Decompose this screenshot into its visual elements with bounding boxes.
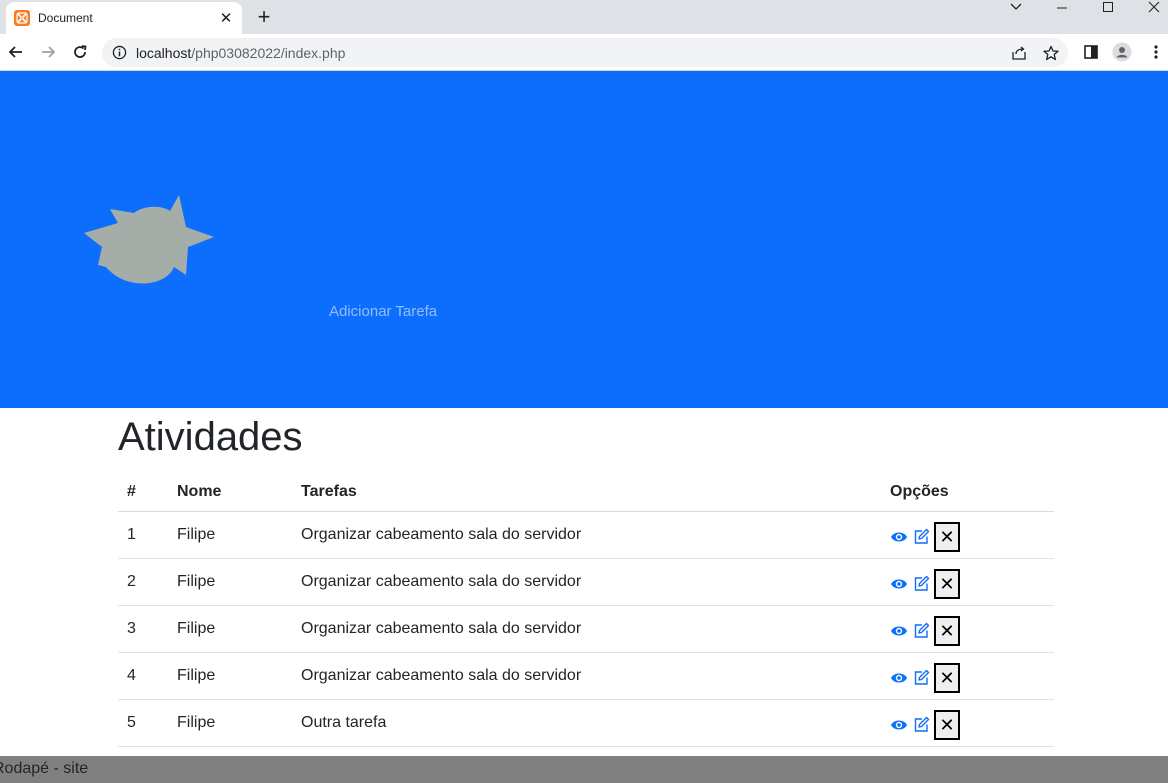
browser-toolbar: localhost/php03082022/index.php: [0, 34, 1168, 71]
delete-button[interactable]: ✕: [934, 568, 960, 599]
column-header-opcoes: Opções: [881, 473, 1054, 512]
cell-tarefa: Outra tarefa: [292, 699, 881, 747]
address-bar[interactable]: localhost/php03082022/index.php: [102, 38, 1068, 67]
bookmark-star-icon[interactable]: [1042, 44, 1060, 62]
table-row: 5 Filipe Outra tarefa ✕: [118, 699, 1054, 747]
delete-button[interactable]: ✕: [934, 615, 960, 646]
cell-id: 5: [118, 699, 168, 747]
cell-nome: Filipe: [168, 511, 292, 559]
edit-icon[interactable]: [912, 669, 930, 687]
column-header-tarefas: Tarefas: [292, 473, 881, 512]
cell-options: ✕: [881, 652, 1054, 700]
eye-icon[interactable]: [890, 528, 908, 546]
delete-button[interactable]: ✕: [934, 521, 960, 552]
cell-options: ✕: [881, 558, 1054, 606]
cell-nome: Filipe: [168, 605, 292, 653]
table-row: 1 Filipe Organizar cabeamento sala do serv…: [118, 511, 1054, 559]
logo-image: [84, 195, 214, 284]
maximize-icon[interactable]: [1093, 0, 1123, 14]
edit-icon[interactable]: [912, 575, 930, 593]
cell-tarefa: Organizar cabeamento sala do servidor: [292, 558, 881, 606]
tab-search-icon[interactable]: [1001, 0, 1031, 14]
back-arrow-icon[interactable]: [6, 42, 26, 62]
tab-title: Document: [38, 11, 93, 25]
cell-tarefa: Organizar cabeamento sala do servidor: [292, 652, 881, 700]
page-footer: Rodapé - site: [0, 756, 1168, 783]
edit-icon[interactable]: [912, 528, 930, 546]
cell-tarefa: Organizar cabeamento sala do servidor: [292, 511, 881, 559]
delete-button[interactable]: ✕: [934, 662, 960, 693]
cell-nome: Filipe: [168, 699, 292, 747]
page-title: Atividades: [118, 415, 303, 459]
footer-text: Rodapé - site: [0, 760, 89, 777]
table-header-row: # Nome Tarefas Opções: [118, 473, 1054, 512]
table-row: 3 Filipe Organizar cabeamento sala do serv…: [118, 605, 1054, 653]
reload-icon[interactable]: [70, 42, 90, 62]
browser-tabstrip: Document ✕ +: [0, 0, 1168, 34]
edit-icon[interactable]: [912, 622, 930, 640]
forward-arrow-icon[interactable]: [38, 42, 58, 62]
browser-menu-icon[interactable]: [1146, 42, 1166, 62]
cell-options: ✕: [881, 511, 1054, 559]
table-row: 2 Filipe Organizar cabeamento sala do serv…: [118, 558, 1054, 606]
eye-icon[interactable]: [890, 669, 908, 687]
cell-id: 3: [118, 605, 168, 653]
cell-nome: Filipe: [168, 558, 292, 606]
share-icon[interactable]: [1010, 44, 1028, 62]
column-header-nome: Nome: [168, 473, 292, 512]
column-header-id: #: [118, 473, 168, 512]
side-panel-icon[interactable]: [1081, 42, 1101, 62]
url-text: localhost/php03082022/index.php: [136, 45, 346, 61]
new-tab-button[interactable]: +: [252, 6, 276, 28]
minimize-icon[interactable]: [1047, 0, 1077, 14]
cell-nome: Filipe: [168, 652, 292, 700]
tasks-table: # Nome Tarefas Opções 1 Filipe Organizar c…: [118, 473, 1054, 747]
window-close-icon[interactable]: [1139, 0, 1168, 14]
cell-options: ✕: [881, 699, 1054, 747]
cell-id: 1: [118, 511, 168, 559]
profile-avatar-icon[interactable]: [1112, 42, 1132, 62]
main-content: Atividades # Nome Tarefas Opções 1 Filipe…: [118, 408, 1054, 747]
add-task-link[interactable]: Adicionar Tarefa: [329, 303, 437, 320]
browser-tab[interactable]: Document ✕: [6, 2, 242, 34]
eye-icon[interactable]: [890, 716, 908, 734]
cell-options: ✕: [881, 605, 1054, 653]
page-header: Adicionar Tarefa: [0, 71, 1168, 408]
table-body: 1 Filipe Organizar cabeamento sala do serv…: [118, 511, 1054, 747]
eye-icon[interactable]: [890, 622, 908, 640]
delete-button[interactable]: ✕: [934, 709, 960, 740]
cell-id: 2: [118, 558, 168, 606]
xampp-favicon-icon: [14, 10, 30, 26]
site-info-icon[interactable]: [112, 45, 127, 60]
tab-close-icon[interactable]: ✕: [218, 10, 234, 26]
edit-icon[interactable]: [912, 716, 930, 734]
cell-tarefa: Organizar cabeamento sala do servidor: [292, 605, 881, 653]
eye-icon[interactable]: [890, 575, 908, 593]
cell-id: 4: [118, 652, 168, 700]
table-row: 4 Filipe Organizar cabeamento sala do serv…: [118, 652, 1054, 700]
